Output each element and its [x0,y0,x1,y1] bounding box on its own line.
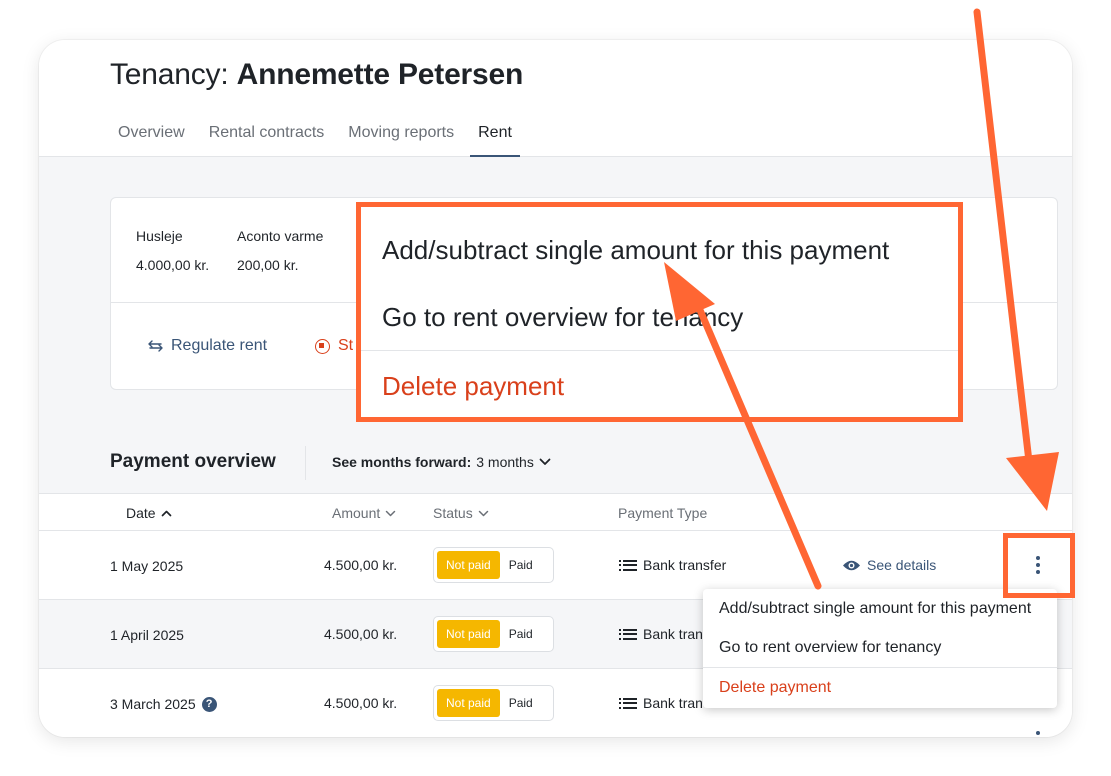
regulate-rent-button[interactable]: Regulate rent [148,337,267,355]
payment-type-text: Bank tran [643,695,703,711]
fee-label: Husleje [136,228,183,244]
menu-go-to-rent-overview[interactable]: Go to rent overview for tenancy [719,639,941,657]
tab-overview[interactable]: Overview [110,124,193,157]
see-details-label: See details [867,557,937,573]
row-amount: 4.500,00 kr. [324,695,398,711]
page-title: Tenancy: Annemette Petersen [110,58,523,92]
title-divider [305,446,306,480]
row-amount: 4.500,00 kr. [324,626,398,642]
list-icon [619,559,637,571]
zoom-delete-payment: Delete payment [382,371,565,401]
status-toggle[interactable]: Not paid Paid [433,547,554,583]
status-not-paid[interactable]: Not paid [437,689,500,717]
row-date: 3 March 2025 ? [110,696,217,712]
payment-overview-title: Payment overview [110,451,276,472]
zoomed-menu-callout: Add/subtract single amount for this paym… [356,202,963,422]
months-forward-value: 3 months [476,454,534,470]
row-amount: 4.500,00 kr. [324,557,398,573]
list-icon [619,628,637,640]
date-text: 1 April 2025 [110,627,184,643]
zoom-add-subtract-amount: Add/subtract single amount for this paym… [382,235,890,265]
row-actions-menu: Add/subtract single amount for this paym… [703,589,1057,708]
column-date[interactable]: Date [126,505,172,521]
months-forward-label: See months forward: [332,454,472,470]
status-paid[interactable]: Paid [500,620,542,648]
kebab-highlight [1003,533,1075,598]
status-toggle[interactable]: Not paid Paid [433,616,554,652]
eye-icon [843,560,860,570]
tab-rent[interactable]: Rent [470,124,520,157]
row-date: 1 April 2025 [110,627,184,643]
stop-icon [315,338,330,354]
fee-aconto-varme: Aconto varme 200,00 kr. [237,228,323,273]
tab-moving-reports[interactable]: Moving reports [340,124,462,157]
page-header: Tenancy: Annemette Petersen Overview Ren… [39,40,1072,157]
column-status-label: Status [433,505,473,521]
chevron-down-icon [539,458,551,465]
list-icon [619,697,637,709]
tab-bar: Overview Rental contracts Moving reports… [110,124,528,157]
row-payment-type: Bank transfer [619,557,727,573]
column-date-label: Date [126,505,156,521]
menu-divider [703,667,1057,668]
status-not-paid[interactable]: Not paid [437,620,500,648]
see-details-link[interactable]: See details [842,557,936,573]
zoom-go-to-rent-overview: Go to rent overview for tenancy [382,302,744,332]
fee-husleje: Husleje 4.000,00 kr. [136,228,209,273]
column-amount[interactable]: Amount [332,505,396,521]
chevron-up-icon [161,510,171,516]
fee-label: Aconto varme [237,228,324,244]
stop-rent-label: St [338,337,354,354]
fee-value: 200,00 kr. [237,257,299,273]
row-date: 1 May 2025 [110,558,183,574]
title-prefix: Tenancy: [110,58,229,91]
menu-delete-payment[interactable]: Delete payment [719,679,831,697]
column-payment-type: Payment Type [618,505,707,521]
row-payment-type: Bank tran [619,695,703,711]
help-icon[interactable]: ? [201,696,217,712]
swap-arrows-icon [148,340,163,352]
row-actions-kebab-icon[interactable] [1032,731,1044,737]
tab-rental-contracts[interactable]: Rental contracts [201,124,333,157]
status-paid[interactable]: Paid [500,689,542,717]
status-toggle[interactable]: Not paid Paid [433,685,554,721]
column-amount-label: Amount [332,505,381,521]
payment-type-text: Bank transfer [643,557,727,573]
menu-add-subtract-amount[interactable]: Add/subtract single amount for this paym… [719,600,1031,618]
months-forward-select[interactable]: See months forward: 3 months [332,454,551,470]
zoom-divider [361,350,958,351]
date-text: 1 May 2025 [110,558,184,574]
stop-rent-button[interactable]: St [315,337,353,355]
column-status[interactable]: Status [433,505,489,521]
date-text: 3 March 2025 [110,696,196,712]
table-header: Date Amount Status Payment Type [39,493,1072,531]
status-paid[interactable]: Paid [500,551,542,579]
tenant-name: Annemette Petersen [236,58,524,91]
payment-type-text: Bank tran [643,626,703,642]
regulate-rent-label: Regulate rent [171,337,268,354]
chevron-down-icon [386,510,396,516]
status-not-paid[interactable]: Not paid [437,551,500,579]
chevron-down-icon [478,510,488,516]
column-payment-type-label: Payment Type [618,505,708,521]
row-payment-type: Bank tran [619,626,703,642]
fee-value: 4.000,00 kr. [136,257,210,273]
